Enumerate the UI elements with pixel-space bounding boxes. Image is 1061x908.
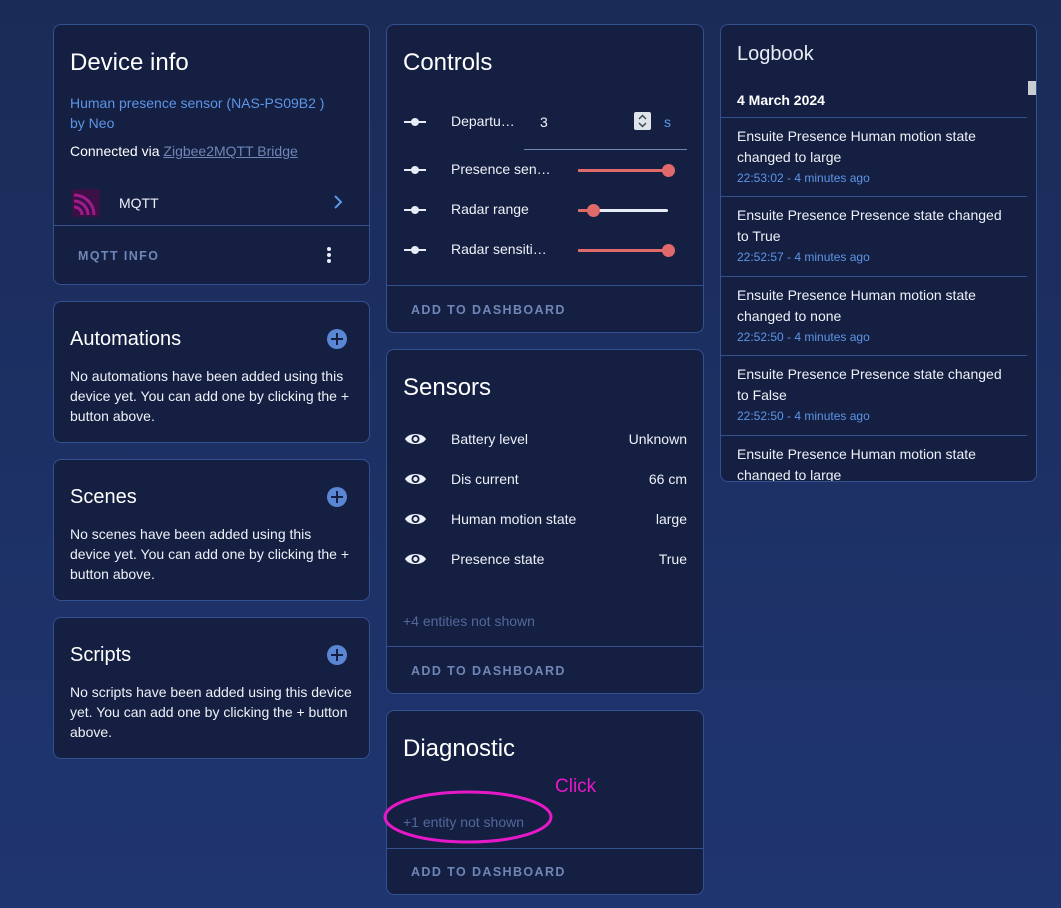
departure-value: 3 bbox=[540, 114, 548, 130]
connected-via-label: Connected via bbox=[70, 143, 164, 159]
log-entry[interactable]: Ensuite Presence Human motion state chan… bbox=[721, 435, 1027, 482]
mqtt-logo-icon bbox=[72, 189, 100, 217]
radar-range-label: Radar range bbox=[451, 201, 529, 217]
scripts-card: Scripts No scripts have been added using… bbox=[53, 617, 370, 759]
mqtt-info-button[interactable]: MQTT INFO bbox=[78, 249, 159, 263]
presence-sensitivity-slider[interactable] bbox=[578, 160, 675, 180]
slider-fill bbox=[578, 169, 668, 172]
scenes-empty-text: No scenes have been added using this dev… bbox=[70, 526, 350, 582]
log-entry-time: 22:53:02 - 4 minutes ago bbox=[737, 171, 870, 185]
bridge-link[interactable]: Zigbee2MQTT Bridge bbox=[163, 143, 297, 159]
radar-range-slider[interactable] bbox=[578, 200, 668, 220]
radar-sensitivity-slider[interactable] bbox=[578, 240, 675, 260]
controls-card: Controls Departu… 3 s Presence sen… Rada… bbox=[386, 24, 704, 333]
radar-sensitivity-icon bbox=[404, 246, 426, 254]
add-script-icon[interactable] bbox=[327, 645, 347, 665]
eye-icon bbox=[404, 433, 427, 445]
top-right-icons bbox=[920, 0, 1030, 4]
log-entry[interactable]: Ensuite Presence Human motion state chan… bbox=[721, 117, 1027, 197]
sensors-add-to-dashboard-button[interactable]: ADD TO DASHBOARD bbox=[411, 664, 566, 678]
sensors-title: Sensors bbox=[403, 374, 492, 401]
eye-icon bbox=[404, 553, 427, 565]
sensor-label: Presence state bbox=[451, 551, 545, 567]
sensors-divider bbox=[387, 646, 703, 647]
log-entry-text: Ensuite Presence Presence state changed … bbox=[737, 207, 1002, 244]
departure-spinner[interactable] bbox=[634, 112, 651, 130]
diagnostic-add-to-dashboard-button[interactable]: ADD TO DASHBOARD bbox=[411, 865, 566, 879]
diagnostic-title: Diagnostic bbox=[403, 735, 516, 762]
sensor-row-distance[interactable]: Dis current 66 cm bbox=[387, 468, 703, 492]
device-info-card: Device info Human presence sensor (NAS-P… bbox=[53, 24, 370, 285]
scripts-empty-text: No scripts have been added using this de… bbox=[70, 684, 352, 740]
logbook-title: Logbook bbox=[737, 43, 814, 65]
sensor-row-presence[interactable]: Presence state True bbox=[387, 548, 703, 572]
log-entry[interactable]: Ensuite Presence Presence state changed … bbox=[721, 196, 1027, 277]
automations-empty-text: No automations have been added using thi… bbox=[70, 368, 350, 424]
eye-icon bbox=[404, 513, 427, 525]
more-vert-icon[interactable] bbox=[326, 246, 332, 264]
automations-title: Automations bbox=[70, 328, 182, 350]
sensor-value: 66 cm bbox=[648, 471, 687, 487]
log-entry-text: Ensuite Presence Presence state changed … bbox=[737, 366, 1002, 403]
logbook-date: 4 March 2024 bbox=[737, 92, 825, 108]
mqtt-integration-row[interactable]: MQTT bbox=[54, 185, 369, 225]
slider-thumb[interactable] bbox=[587, 204, 601, 217]
sensor-label: Battery level bbox=[451, 431, 529, 447]
logbook-list: Ensuite Presence Human motion state chan… bbox=[721, 117, 1027, 481]
integration-name: MQTT bbox=[119, 195, 159, 211]
sensor-row-battery[interactable]: Battery level Unknown bbox=[387, 428, 703, 452]
controls-title: Controls bbox=[403, 49, 493, 76]
radar-range-icon bbox=[404, 206, 426, 214]
log-entry-time: 22:52:50 - 4 minutes ago bbox=[737, 409, 870, 423]
sensor-label: Human motion state bbox=[451, 511, 577, 527]
departure-slider-icon bbox=[404, 118, 426, 126]
sensor-row-human-motion[interactable]: Human motion state large bbox=[387, 508, 703, 532]
eye-icon bbox=[404, 473, 427, 485]
controls-divider bbox=[387, 285, 703, 286]
device-manufacturer: by Neo bbox=[70, 115, 115, 131]
slider-fill bbox=[578, 249, 668, 252]
device-info-title: Device info bbox=[70, 49, 189, 76]
controls-add-to-dashboard-button[interactable]: ADD TO DASHBOARD bbox=[411, 303, 566, 317]
logbook-scrollbar[interactable] bbox=[1028, 81, 1036, 95]
logbook-card: Logbook 4 March 2024 Ensuite Presence Hu… bbox=[720, 24, 1037, 482]
toolbar-icons-cut bbox=[920, 0, 1030, 4]
device-info-divider bbox=[54, 225, 369, 226]
add-scene-icon[interactable] bbox=[327, 487, 347, 507]
slider-thumb[interactable] bbox=[662, 164, 675, 177]
connected-via: Connected via Zigbee2MQTT Bridge bbox=[70, 143, 298, 159]
scripts-title: Scripts bbox=[70, 644, 132, 666]
device-model-link[interactable]: Human presence sensor (NAS-PS09B2 ) bbox=[70, 95, 324, 111]
departure-label: Departu… bbox=[451, 113, 515, 129]
click-annotation-label: Click bbox=[555, 776, 597, 797]
log-entry-text: Ensuite Presence Human motion state chan… bbox=[737, 128, 976, 165]
click-annotation-ellipse bbox=[383, 790, 553, 844]
automations-card: Automations No automations have been add… bbox=[53, 301, 370, 443]
sensor-value: True bbox=[658, 551, 687, 567]
chevron-right-icon bbox=[334, 195, 343, 209]
presence-sensitivity-icon bbox=[404, 166, 426, 174]
log-entry-text: Ensuite Presence Human motion state chan… bbox=[737, 446, 976, 482]
departure-input[interactable]: 3 s bbox=[524, 105, 687, 150]
sensor-value: Unknown bbox=[628, 431, 687, 447]
log-entry-text: Ensuite Presence Human motion state chan… bbox=[737, 287, 976, 324]
radar-sensitivity-label: Radar sensitiv… bbox=[451, 241, 553, 257]
sensor-label: Dis current bbox=[451, 471, 519, 487]
presence-sensitivity-label: Presence sen… bbox=[451, 161, 551, 177]
sensors-hidden-entities-link[interactable]: +4 entities not shown bbox=[403, 613, 535, 629]
log-entry[interactable]: Ensuite Presence Presence state changed … bbox=[721, 355, 1027, 436]
spinner-arrows-icon bbox=[638, 114, 647, 128]
log-entry-time: 22:52:57 - 4 minutes ago bbox=[737, 250, 870, 264]
sensors-card: Sensors Battery level Unknown Dis curren… bbox=[386, 349, 704, 694]
scenes-title: Scenes bbox=[70, 486, 137, 508]
sensor-value: large bbox=[655, 511, 687, 527]
add-automation-icon[interactable] bbox=[327, 329, 347, 349]
log-entry-time: 22:52:50 - 4 minutes ago bbox=[737, 330, 870, 344]
log-entry[interactable]: Ensuite Presence Human motion state chan… bbox=[721, 276, 1027, 356]
scenes-card: Scenes No scenes have been added using t… bbox=[53, 459, 370, 601]
slider-thumb[interactable] bbox=[662, 244, 675, 257]
departure-unit: s bbox=[664, 114, 671, 130]
